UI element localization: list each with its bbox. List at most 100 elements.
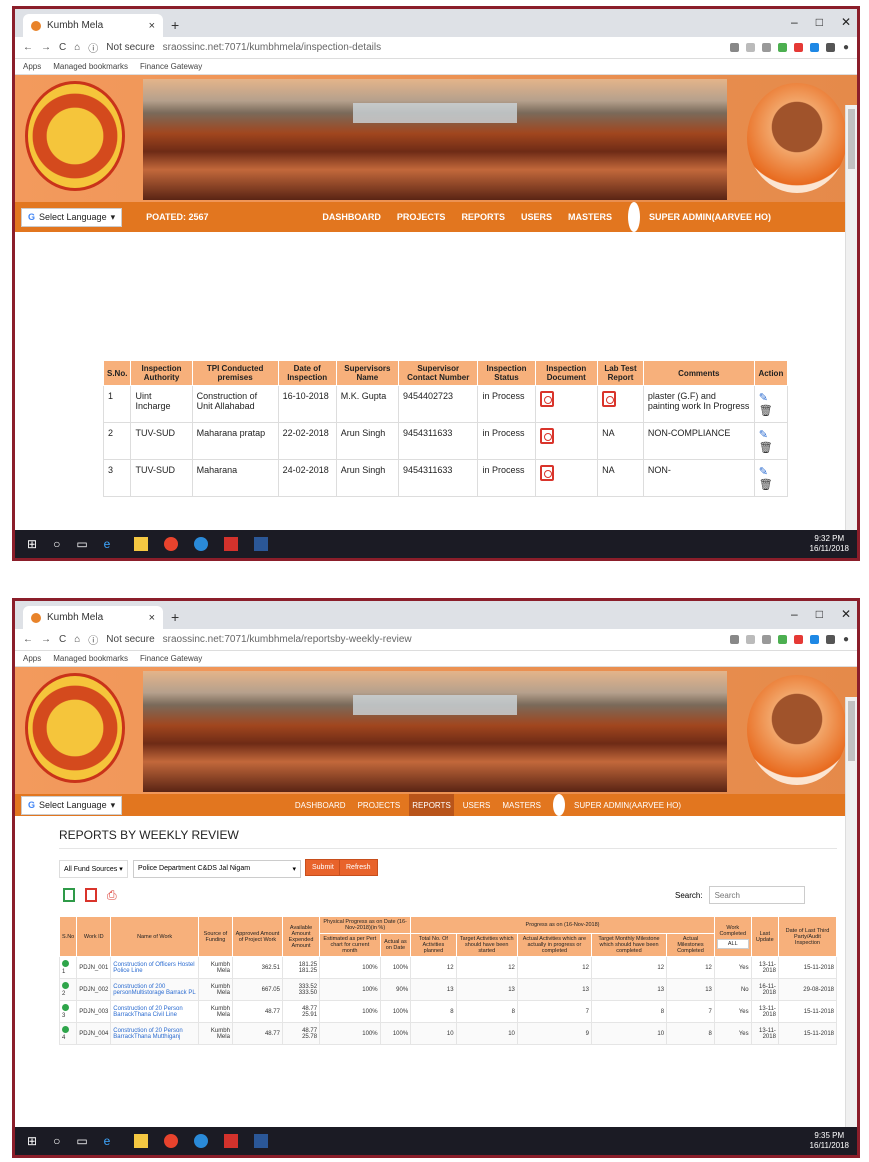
search-icon[interactable]: ○ [53, 537, 60, 551]
fund-source-select[interactable]: All Fund Sources ▾ [59, 860, 128, 878]
file-explorer-icon[interactable] [133, 1134, 148, 1148]
nav-masters[interactable]: MASTERS [499, 794, 544, 816]
column-header[interactable]: Work Completed ALL [713, 916, 752, 957]
url-text[interactable]: sraossinc.net:7071/kumbhmela/reportsby-w… [163, 634, 722, 645]
column-header[interactable]: Approved Amount of Project Work [231, 916, 283, 957]
column-header[interactable]: Work ID [76, 916, 112, 957]
browser-tab[interactable]: Kumbh Mela × [23, 606, 163, 629]
chrome-icon[interactable] [163, 537, 178, 551]
column-header[interactable]: Actual Milestones Completed [666, 933, 715, 957]
word-icon[interactable] [253, 1134, 268, 1148]
back-icon[interactable]: ← [23, 634, 33, 645]
expand-icon[interactable] [62, 1026, 69, 1033]
home-icon[interactable]: ⌂ [74, 42, 80, 53]
bookmark-managed[interactable]: Managed bookmarks [53, 62, 128, 71]
refresh-button[interactable]: Refresh [579, 295, 633, 319]
expand-icon[interactable] [62, 1004, 69, 1011]
work-completed-select[interactable]: ALL [716, 938, 749, 949]
scrollbar-thumb[interactable] [848, 109, 855, 169]
bookmark-finance[interactable]: Finance Gateway [140, 654, 202, 663]
windows-start-icon[interactable]: ⊞ [27, 537, 37, 551]
forward-icon[interactable]: → [41, 634, 51, 645]
minimize-icon[interactable]: – [791, 607, 798, 621]
nav-projects[interactable]: PROJECTS [355, 794, 404, 816]
nav-dashboard[interactable]: DASHBOARD [292, 794, 349, 816]
column-header[interactable]: Estimated as per Pert chart for current … [319, 933, 381, 957]
cell-work-name-link[interactable]: Construction of 200 personMultistorage B… [110, 978, 199, 1001]
column-header[interactable]: Last Update [750, 916, 779, 957]
task-view-icon[interactable]: ▭ [76, 1134, 87, 1148]
close-tab-icon[interactable]: × [149, 20, 155, 32]
expand-icon[interactable] [62, 960, 69, 967]
department-select[interactable]: Police Department C&DS Jal Nigam ▾ [133, 860, 301, 878]
info-icon[interactable]: ⓘ [88, 40, 98, 55]
reload-icon[interactable]: C [59, 634, 66, 645]
excel-export-icon[interactable] [63, 888, 75, 902]
nav-users[interactable]: USERS [518, 202, 555, 232]
column-header[interactable]: Target Activities which should have been… [455, 933, 518, 957]
column-header[interactable]: Actual Activities which are actually in … [516, 933, 592, 957]
department-select[interactable]: Select Department ▾ [103, 296, 303, 319]
print-icon[interactable]: ⎙ [107, 888, 117, 903]
powerpoint-icon[interactable] [223, 537, 238, 551]
entries-select[interactable]: 10 ▾ [128, 332, 154, 347]
pdf-export-icon[interactable] [85, 888, 97, 902]
system-clock[interactable]: 9:32 PM 16/11/2018 [810, 534, 849, 554]
page-scrollbar[interactable] [845, 697, 857, 1133]
windows-start-icon[interactable]: ⊞ [27, 1134, 37, 1148]
edge-icon[interactable]: e [104, 537, 118, 551]
search-input[interactable] [682, 328, 801, 350]
maximize-icon[interactable]: □ [816, 607, 823, 621]
scrollbar-thumb[interactable] [848, 701, 855, 761]
edge-icon[interactable]: e [104, 1134, 118, 1148]
search-input[interactable] [708, 886, 805, 904]
network-icon[interactable] [193, 537, 208, 551]
nav-dashboard[interactable]: DASHBOARD [319, 202, 384, 232]
column-header[interactable]: Actual as on Date [379, 933, 412, 957]
maximize-icon[interactable]: □ [816, 15, 823, 29]
column-header[interactable]: S.No [58, 916, 78, 957]
bookmark-apps[interactable]: Apps [23, 654, 41, 663]
page-scrollbar[interactable] [845, 105, 857, 536]
column-header[interactable]: Target Monthly Milestone which should ha… [590, 933, 668, 957]
bookmark-apps[interactable]: Apps [23, 62, 41, 71]
url-text[interactable]: sraossinc.net:7071/kumbhmela/inspection-… [163, 42, 722, 53]
new-tab-icon[interactable]: + [171, 609, 179, 625]
forward-icon[interactable]: → [41, 42, 51, 53]
column-header[interactable]: Total No. Of Activities planned [410, 933, 457, 957]
profile-icon[interactable]: ● [843, 42, 849, 53]
new-tab-icon[interactable]: + [171, 17, 179, 33]
powerpoint-icon[interactable] [223, 1134, 238, 1148]
work-select[interactable]: Select Work ▾ [307, 296, 532, 319]
system-clock[interactable]: 9:35 PM 16/11/2018 [810, 1131, 849, 1151]
task-view-icon[interactable]: ▭ [76, 537, 87, 551]
nav-masters[interactable]: MASTERS [565, 202, 615, 232]
submit-button[interactable]: Submit [305, 859, 341, 876]
search-icon[interactable]: ○ [53, 1134, 60, 1148]
nav-users[interactable]: USERS [460, 794, 494, 816]
nav-reports[interactable]: REPORTS [458, 202, 508, 232]
add-button[interactable]: Add [753, 244, 789, 266]
close-window-icon[interactable]: ✕ [841, 607, 851, 621]
column-header[interactable]: Name of Work [110, 916, 199, 957]
cell-work-name-link[interactable]: Construction of 20 Person BarrackThana C… [110, 1000, 199, 1023]
browser-tab[interactable]: Kumbh Mela × [23, 14, 163, 37]
file-explorer-icon[interactable] [133, 537, 148, 551]
bookmark-managed[interactable]: Managed bookmarks [53, 654, 128, 663]
word-icon[interactable] [253, 537, 268, 551]
column-header[interactable]: Available Amount Expended Amount [281, 916, 321, 957]
expand-icon[interactable] [62, 982, 69, 989]
info-icon[interactable]: ⓘ [88, 632, 98, 647]
network-icon[interactable] [193, 1134, 208, 1148]
minimize-icon[interactable]: – [791, 15, 798, 29]
user-menu[interactable]: SUPER ADMIN(AARVEE HO) [550, 794, 687, 816]
column-header[interactable]: Date of Last Third Party/Audit Inspectio… [777, 916, 838, 957]
language-select[interactable]: G Select Language ▾ [21, 795, 123, 815]
close-tab-icon[interactable]: × [149, 612, 155, 624]
close-window-icon[interactable]: ✕ [841, 15, 851, 29]
cell-work-name-link[interactable]: Construction of Officers Hostel Police L… [110, 956, 199, 979]
profile-icon[interactable]: ● [843, 634, 849, 645]
home-icon[interactable]: ⌂ [74, 634, 80, 645]
nav-projects[interactable]: PROJECTS [394, 202, 449, 232]
language-select[interactable]: G Select Language ▾ [21, 207, 123, 227]
